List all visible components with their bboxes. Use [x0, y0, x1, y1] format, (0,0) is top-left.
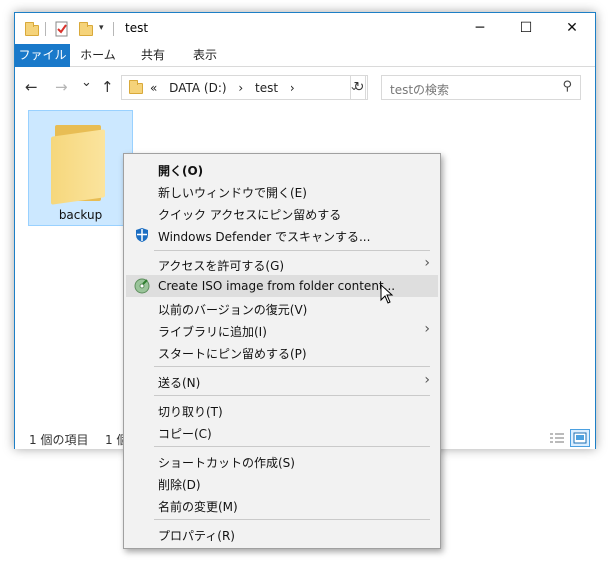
menu-item-label: 送る(N) [158, 376, 201, 390]
menu-item-label: 削除(D) [158, 478, 201, 492]
close-button[interactable]: ✕ [549, 13, 595, 43]
menu-separator [154, 250, 430, 251]
menu-item-add-to-library[interactable]: ライブラリに追加(I) › [126, 319, 438, 341]
tab-home[interactable]: ホーム [75, 44, 121, 67]
menu-separator [154, 446, 430, 447]
customize-toolbar-icon[interactable]: ▾ [99, 23, 104, 39]
back-button[interactable]: ← [25, 78, 38, 96]
menu-item-delete[interactable]: 削除(D) [126, 472, 438, 494]
menu-item-label: プロパティ(R) [158, 529, 235, 543]
menu-item-label: クイック アクセスにピン留めする [158, 208, 342, 222]
defender-shield-icon [134, 227, 150, 243]
folder-icon [51, 125, 109, 205]
menu-item-label: コピー(C) [158, 427, 212, 441]
menu-item-copy[interactable]: コピー(C) [126, 421, 438, 443]
menu-item-open-new-window[interactable]: 新しいウィンドウで開く(E) [126, 180, 438, 202]
toolbar-divider [113, 22, 114, 36]
iso-disc-icon [134, 278, 150, 294]
folder-item-backup[interactable]: backup [28, 110, 133, 226]
chevron-right-icon: › [424, 321, 430, 337]
menu-separator [154, 519, 430, 520]
chevron-right-icon: › [424, 255, 430, 271]
tab-file[interactable]: ファイル [15, 44, 70, 67]
menu-item-send-to[interactable]: 送る(N) › [126, 370, 438, 392]
folder-name: backup [58, 208, 103, 222]
menu-item-properties[interactable]: プロパティ(R) [126, 523, 438, 545]
recent-locations-button[interactable]: ⌄ [81, 75, 92, 90]
menu-item-label: ショートカットの作成(S) [158, 456, 295, 470]
chevron-right-icon: › [424, 372, 430, 388]
menu-item-pin-quick-access[interactable]: クイック アクセスにピン留めする [126, 202, 438, 224]
menu-separator [154, 366, 430, 367]
folder-icon [129, 80, 143, 94]
toolbar-divider [45, 22, 46, 36]
menu-item-label: 切り取り(T) [158, 405, 223, 419]
mouse-cursor-icon [380, 283, 394, 304]
address-bar[interactable]: « DATA (D:) › test › ⌄ [121, 75, 366, 100]
breadcrumb-test[interactable]: test [255, 81, 278, 95]
search-box[interactable]: testの検索 ⚲ [381, 75, 581, 100]
up-button[interactable]: ↑ [101, 78, 114, 96]
menu-item-label: 名前の変更(M) [158, 500, 238, 514]
minimize-button[interactable]: ─ [457, 13, 503, 43]
context-menu: 開く(O) 新しいウィンドウで開く(E) クイック アクセスにピン留めする Wi… [123, 153, 441, 549]
refresh-button[interactable]: ↻ [350, 75, 368, 100]
menu-item-label: Create ISO image from folder content... [158, 279, 396, 293]
menu-item-label: ライブラリに追加(I) [158, 325, 267, 339]
item-count: 1 個の項目 [29, 433, 89, 447]
tab-view[interactable]: 表示 [185, 44, 225, 67]
breadcrumb-drive[interactable]: DATA (D:) [169, 81, 226, 95]
title-bar[interactable]: ▾ test ─ ☐ ✕ [15, 13, 595, 44]
menu-item-label: Windows Defender でスキャンする... [158, 230, 371, 244]
menu-item-rename[interactable]: 名前の変更(M) [126, 494, 438, 516]
search-placeholder: testの検索 [390, 83, 450, 97]
menu-item-defender-scan[interactable]: Windows Defender でスキャンする... [126, 224, 438, 246]
breadcrumb-separator[interactable]: › [290, 81, 295, 95]
menu-item-label: 以前のバージョンの復元(V) [158, 303, 308, 317]
large-icons-view-icon[interactable] [570, 429, 590, 447]
properties-icon[interactable] [55, 21, 69, 37]
path-overflow[interactable]: « [150, 81, 157, 95]
menu-item-pin-start[interactable]: スタートにピン留めする(P) [126, 341, 438, 363]
search-icon[interactable]: ⚲ [562, 79, 572, 94]
menu-item-label: スタートにピン留めする(P) [158, 347, 307, 361]
forward-button[interactable]: → [55, 78, 68, 96]
menu-item-open[interactable]: 開く(O) [126, 158, 438, 180]
maximize-button[interactable]: ☐ [503, 13, 549, 43]
menu-item-give-access[interactable]: アクセスを許可する(G) › [126, 253, 438, 275]
ribbon-tabs: ファイル ホーム 共有 表示 [15, 44, 595, 67]
menu-separator [154, 395, 430, 396]
menu-item-cut[interactable]: 切り取り(T) [126, 399, 438, 421]
navigation-bar: ← → ⌄ ↑ « DATA (D:) › test › ⌄ ↻ testの検索… [15, 67, 595, 107]
menu-item-label: アクセスを許可する(G) [158, 259, 285, 273]
window-title: test [125, 21, 149, 35]
menu-item-create-shortcut[interactable]: ショートカットの作成(S) [126, 450, 438, 472]
menu-item-label: 開く(O) [158, 164, 204, 178]
tab-share[interactable]: 共有 [133, 44, 173, 67]
breadcrumb-separator[interactable]: › [238, 81, 243, 95]
details-view-icon[interactable] [547, 429, 567, 447]
menu-item-label: 新しいウィンドウで開く(E) [158, 186, 307, 200]
